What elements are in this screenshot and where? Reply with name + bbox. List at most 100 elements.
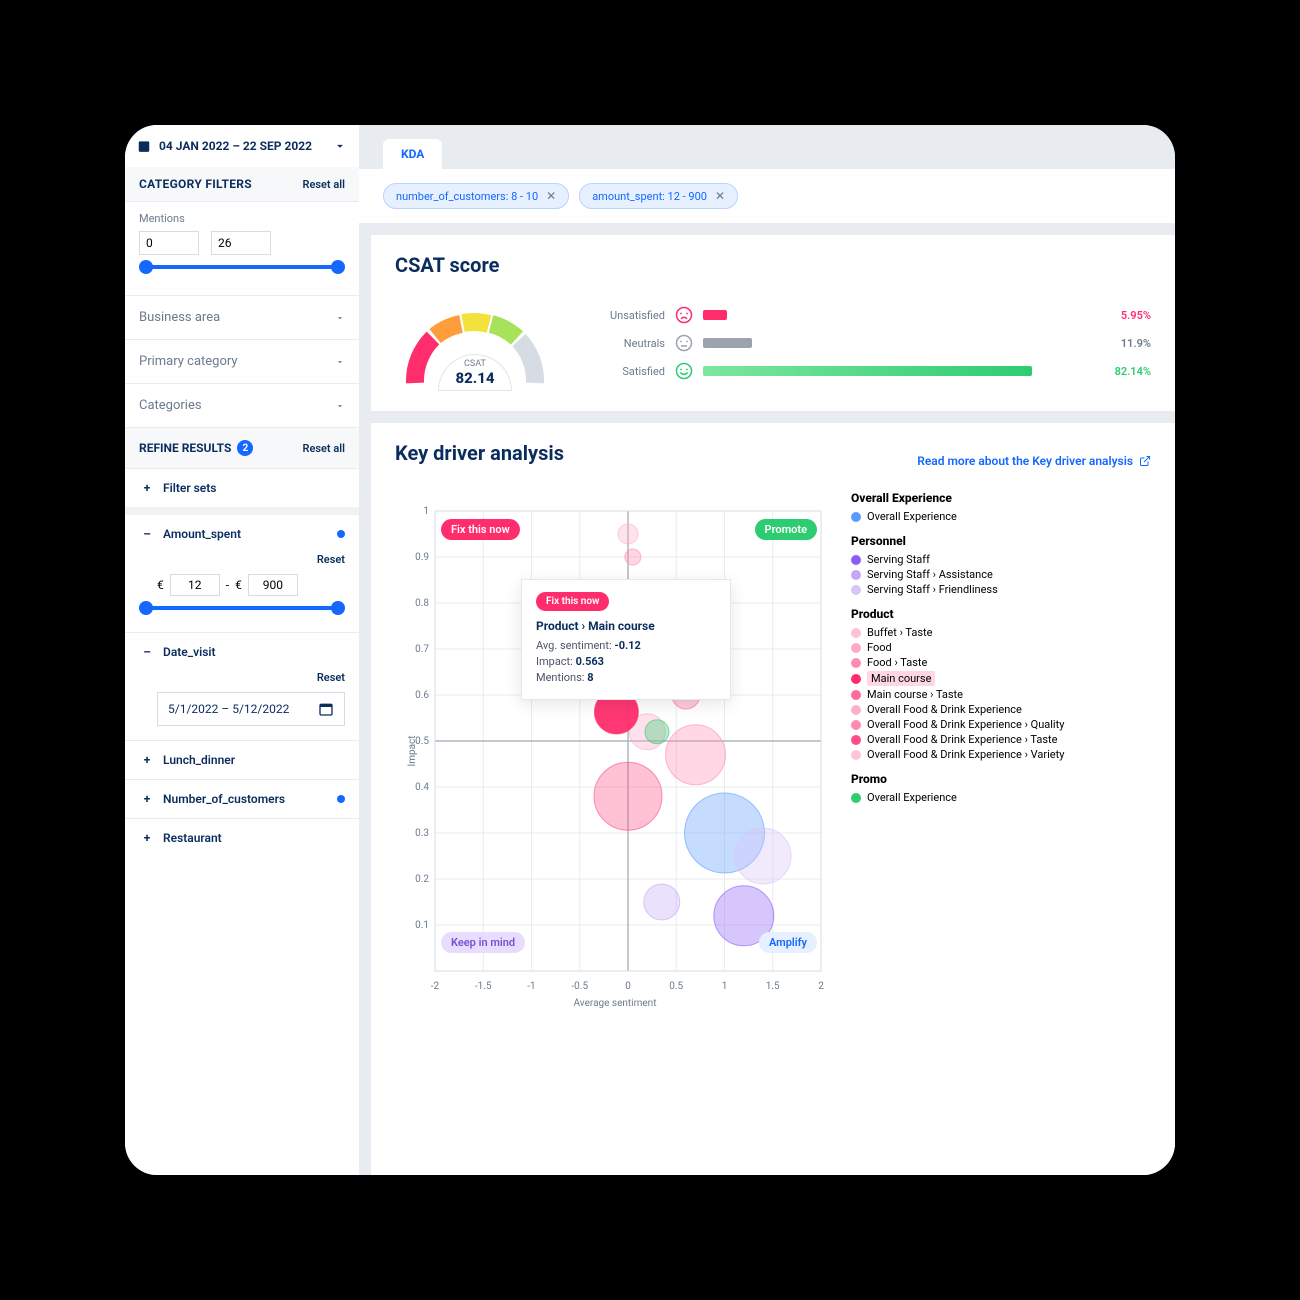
date-range-text: 04 JAN 2022 – 22 SEP 2022 bbox=[159, 139, 312, 153]
svg-text:0.4: 0.4 bbox=[415, 782, 429, 793]
slider-thumb-min[interactable] bbox=[139, 260, 153, 274]
lunch-dinner-row[interactable]: + Lunch_dinner bbox=[125, 740, 359, 779]
tab-kda[interactable]: KDA bbox=[383, 139, 442, 169]
app-frame: 04 JAN 2022 – 22 SEP 2022 CATEGORY FILTE… bbox=[125, 125, 1175, 1175]
svg-text:0.8: 0.8 bbox=[415, 598, 429, 609]
legend-item[interactable]: Overall Food & Drink Experience bbox=[851, 702, 1151, 717]
x-axis-label: Average sentiment bbox=[574, 998, 657, 1009]
caret-down-icon bbox=[335, 313, 345, 323]
business-area-dropdown[interactable]: Business area bbox=[125, 296, 359, 340]
kda-read-more-link[interactable]: Read more about the Key driver analysis bbox=[917, 454, 1151, 468]
restaurant-row[interactable]: + Restaurant bbox=[125, 818, 359, 857]
svg-text:0.5: 0.5 bbox=[669, 981, 683, 992]
date-reset-link[interactable]: Reset bbox=[139, 671, 345, 684]
legend-item[interactable]: Overall Experience bbox=[851, 509, 1151, 524]
quadrant-fix-label: Fix this now bbox=[441, 519, 520, 540]
caret-down-icon bbox=[335, 401, 345, 411]
neutrals-row: Neutrals 11.9% bbox=[595, 334, 1151, 352]
legend-item[interactable]: Overall Food & Drink Experience › Qualit… bbox=[851, 717, 1151, 732]
amount-reset-link[interactable]: Reset bbox=[139, 553, 345, 566]
svg-text:0.7: 0.7 bbox=[415, 644, 429, 655]
svg-text:0: 0 bbox=[625, 981, 631, 992]
expand-icon: + bbox=[139, 831, 155, 845]
amount-spent-row[interactable]: – Amount_spent bbox=[125, 507, 359, 553]
svg-text:-1: -1 bbox=[527, 981, 535, 992]
legend-item[interactable]: Overall Experience bbox=[851, 790, 1151, 805]
svg-text:-1.5: -1.5 bbox=[475, 981, 492, 992]
legend-item[interactable]: Buffet › Taste bbox=[851, 625, 1151, 640]
quadrant-promote-label: Promote bbox=[755, 519, 817, 540]
slider-thumb-max[interactable] bbox=[331, 260, 345, 274]
mentions-slider[interactable] bbox=[145, 265, 339, 269]
neutral-face-icon bbox=[675, 334, 693, 352]
y-axis-label: Impact bbox=[407, 735, 418, 766]
date-visit-row[interactable]: – Date_visit bbox=[125, 632, 359, 671]
legend-item[interactable]: Food bbox=[851, 640, 1151, 655]
svg-text:-2: -2 bbox=[431, 981, 440, 992]
primary-category-dropdown[interactable]: Primary category bbox=[125, 340, 359, 384]
filter-sets-row[interactable]: + Filter sets bbox=[125, 468, 359, 507]
legend-item[interactable]: Serving Staff bbox=[851, 552, 1151, 567]
legend-item[interactable]: Overall Food & Drink Experience › Variet… bbox=[851, 747, 1151, 762]
svg-text:2: 2 bbox=[818, 981, 824, 992]
expand-icon: + bbox=[139, 481, 155, 495]
gauge-label: CSAT bbox=[439, 359, 511, 369]
chip-close-icon[interactable]: ✕ bbox=[546, 189, 556, 203]
chip-num-customers: number_of_customers: 8 - 10 ✕ bbox=[383, 183, 569, 209]
legend-item[interactable]: Serving Staff › Friendliness bbox=[851, 582, 1151, 597]
reset-all-link[interactable]: Reset all bbox=[302, 178, 345, 191]
csat-gauge: CSAT 82.14 bbox=[395, 293, 555, 393]
legend-item[interactable]: Main course › Taste bbox=[851, 687, 1151, 702]
mentions-min-input[interactable] bbox=[139, 231, 199, 255]
categories-dropdown[interactable]: Categories bbox=[125, 384, 359, 428]
calendar-icon bbox=[318, 701, 334, 717]
mentions-max-input[interactable] bbox=[211, 231, 271, 255]
chip-close-icon[interactable]: ✕ bbox=[715, 189, 725, 203]
legend-item[interactable]: Main course bbox=[851, 670, 1151, 687]
expand-icon: + bbox=[139, 792, 155, 806]
mentions-filter: Mentions bbox=[125, 202, 359, 296]
sidebar: 04 JAN 2022 – 22 SEP 2022 CATEGORY FILTE… bbox=[125, 125, 359, 1175]
slider-thumb-min[interactable] bbox=[139, 601, 153, 615]
svg-text:1: 1 bbox=[423, 506, 429, 517]
unsatisfied-row: Unsatisfied 5.95% bbox=[595, 306, 1151, 324]
legend-item[interactable]: Food › Taste bbox=[851, 655, 1151, 670]
category-filters-header: CATEGORY FILTERS Reset all bbox=[125, 167, 359, 202]
chip-amount-spent: amount_spent: 12 - 900 ✕ bbox=[579, 183, 738, 209]
refine-reset-all[interactable]: Reset all bbox=[302, 442, 345, 455]
date-range-picker[interactable]: 04 JAN 2022 – 22 SEP 2022 bbox=[125, 125, 359, 167]
kda-tooltip: Fix this now Product › Main course Avg. … bbox=[521, 579, 731, 700]
svg-text:0.6: 0.6 bbox=[415, 690, 429, 701]
kda-card: Key driver analysis Read more about the … bbox=[371, 423, 1175, 1175]
active-filter-dot bbox=[337, 795, 345, 803]
csat-card: CSAT score CSAT 82.14 bbox=[371, 235, 1175, 411]
happy-face-icon bbox=[675, 362, 693, 380]
satisfied-row: Satisfied 82.14% bbox=[595, 362, 1151, 380]
date-visit-field[interactable]: 5/1/2022 – 5/12/2022 bbox=[157, 692, 345, 726]
chevron-down-icon bbox=[333, 139, 347, 153]
amount-max-input[interactable] bbox=[248, 574, 298, 596]
tooltip-title: Product › Main course bbox=[536, 619, 716, 633]
svg-text:0.3: 0.3 bbox=[415, 828, 429, 839]
svg-text:0.2: 0.2 bbox=[415, 874, 429, 885]
kda-legend: Overall Experience Overall Experience Pe… bbox=[851, 491, 1151, 1011]
legend-item[interactable]: Overall Food & Drink Experience › Taste bbox=[851, 732, 1151, 747]
category-filters-title: CATEGORY FILTERS bbox=[139, 177, 252, 191]
kda-scatter-chart: Impact Average sentiment Fix this now Pr… bbox=[395, 491, 835, 1011]
tabs-row: KDA bbox=[359, 125, 1175, 169]
svg-text:0.1: 0.1 bbox=[415, 920, 429, 931]
refine-count-badge: 2 bbox=[237, 440, 253, 456]
quadrant-amplify-label: Amplify bbox=[759, 932, 817, 953]
csat-breakdown: Unsatisfied 5.95% Neutrals 11.9% Satisfi… bbox=[595, 306, 1151, 380]
kda-title: Key driver analysis bbox=[395, 441, 564, 465]
svg-text:-0.5: -0.5 bbox=[571, 981, 588, 992]
svg-text:0.9: 0.9 bbox=[415, 552, 429, 563]
amount-slider[interactable] bbox=[145, 606, 339, 610]
slider-thumb-max[interactable] bbox=[331, 601, 345, 615]
number-customers-row[interactable]: + Number_of_customers bbox=[125, 779, 359, 818]
quadrant-keep-label: Keep in mind bbox=[441, 932, 525, 953]
csat-title: CSAT score bbox=[395, 253, 1151, 277]
legend-item[interactable]: Serving Staff › Assistance bbox=[851, 567, 1151, 582]
refine-title: REFINE RESULTS bbox=[139, 441, 231, 455]
amount-min-input[interactable] bbox=[170, 574, 220, 596]
